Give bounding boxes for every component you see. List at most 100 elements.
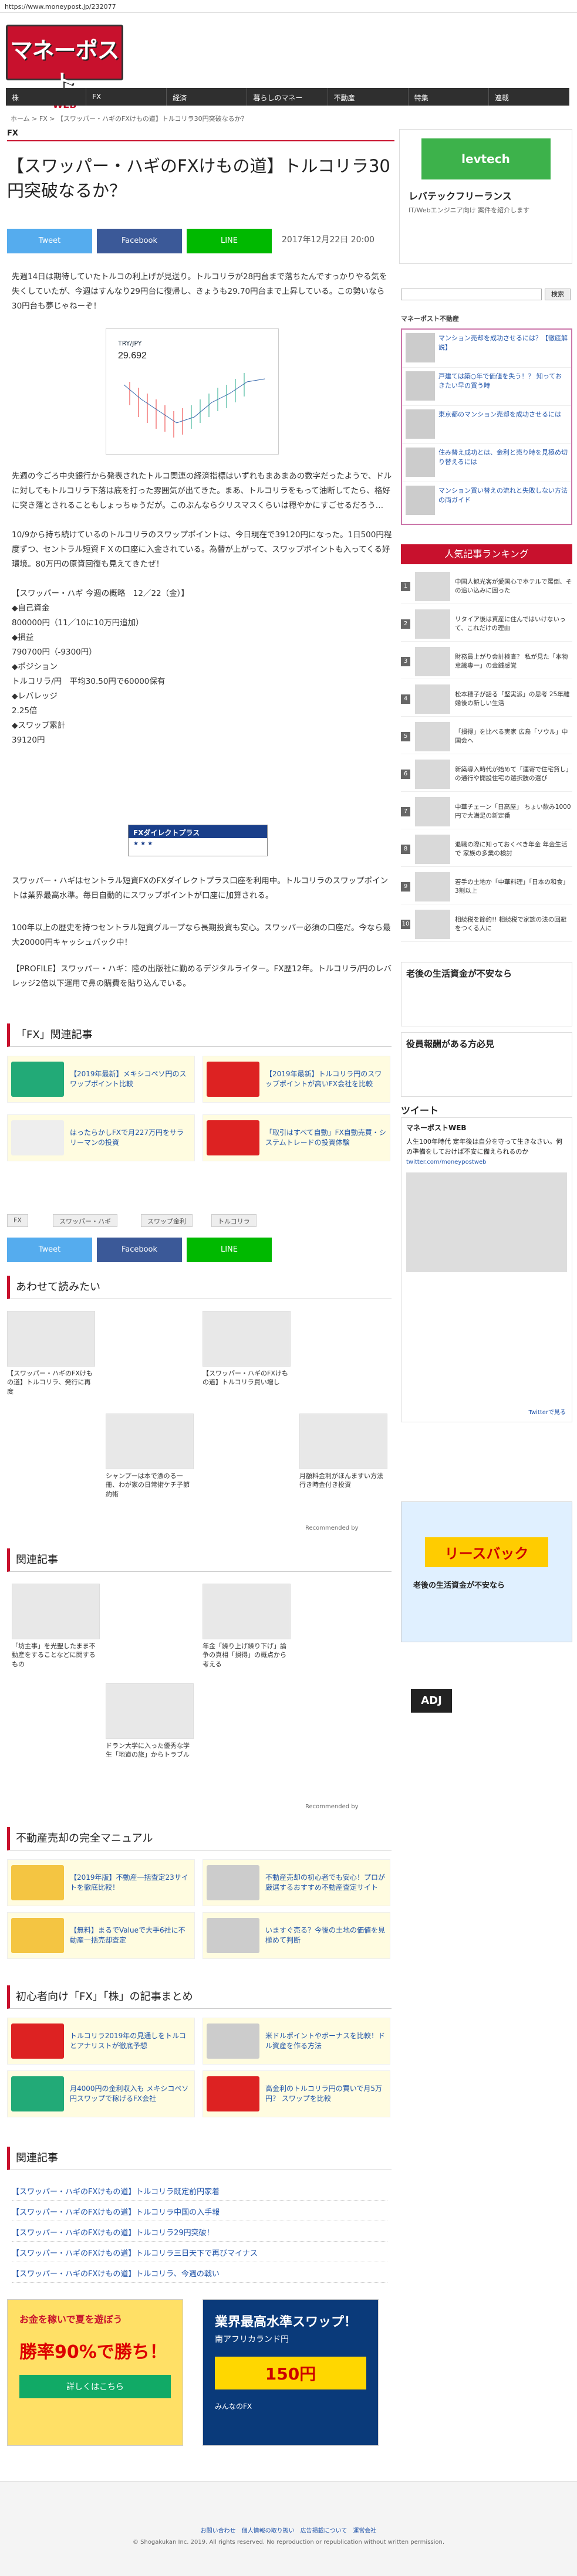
nav-item-series[interactable]: 連載 xyxy=(489,88,569,106)
estate-card[interactable]: いますぐ売る？今後の土地の価値を見極めて判断 xyxy=(203,1912,390,1959)
facebook-button-bottom[interactable]: Facebook xyxy=(97,1238,182,1262)
ranking-item[interactable]: 5 「損得」を比べる実家 広島「ソウル」中国会へ xyxy=(401,719,572,754)
related-card[interactable]: 【2019年最新】メキシコペソ円のスワップポイント比較 xyxy=(7,1056,195,1103)
beginner-card[interactable]: 高金利のトルコリラ円の買いで月5万円？ スワップを比較 xyxy=(203,2070,390,2117)
tag-swapper[interactable]: スワッパー・ハギ xyxy=(53,1214,117,1227)
estate-item[interactable]: マンション買い替えの流れと失敗しない方法の両ガイド xyxy=(402,482,571,520)
related-card[interactable]: はったらかしFXで月227万円をサラリーマンの投資 xyxy=(7,1114,195,1161)
search-button[interactable]: 検索 xyxy=(545,289,571,300)
beginner-card[interactable]: 米ドルポイントやボーナスを比較！ドル資産を作る方法 xyxy=(203,2018,390,2065)
footer-links[interactable]: お問い合わせ 個人情報の取り扱い 広告掲載について 運営会社 xyxy=(0,2526,577,2534)
ranking-item[interactable]: 4 松本穂子が話る「堅実派」の思考 25年離婚後の新しい生活 xyxy=(401,682,572,717)
nav-item-money[interactable]: 暮らしのマネー xyxy=(247,88,328,106)
recommended-label: Recommended by xyxy=(305,1804,359,1810)
link-text[interactable]: 【スワッパー・ハギのFXけもの道】トルコリラ中国の入手報 xyxy=(12,2208,220,2217)
line-button-bottom[interactable]: LINE xyxy=(187,1238,272,1262)
kanren-item[interactable]: 年金「繰り上げ繰り下げ」論争の真相「損得」の概点から考える xyxy=(203,1584,291,1669)
article-paragraph: 先週14日は期待していたトルコの利上げが見送り。トルコリラが28円台まで落ちたん… xyxy=(12,272,387,311)
tag-swap[interactable]: スワップ金利 xyxy=(141,1214,193,1227)
copyright: © Shogakukan Inc. 2019. All rights reser… xyxy=(132,2539,445,2546)
nav-item-economy[interactable]: 経済 xyxy=(167,88,248,106)
tweet-user[interactable]: マネーポストWEB xyxy=(401,1118,572,1137)
beginner-card[interactable]: トルコリラ2019年の見通しをトルコとアナリストが徹底予想 xyxy=(7,2018,195,2065)
related-link[interactable]: 【スワッパー・ハギのFXけもの道】トルコリラ中国の入手報 xyxy=(12,2202,387,2221)
tweet-button-bottom[interactable]: Tweet xyxy=(7,1238,92,1262)
tag-fx[interactable]: FX xyxy=(7,1214,28,1227)
thumbnail xyxy=(203,1584,291,1639)
item-title: マンション売却を成功させるには？【徹底解説】 xyxy=(438,334,568,351)
ad-banner-1[interactable]: お金を稼いで夏を遊ぼう 勝率90%で勝ち！ 詳しくはこちら xyxy=(7,2299,183,2446)
sidebar-ad[interactable]: levtech レバテックフリーランス IT/Webエンジニア向け 案件を紹介し… xyxy=(399,129,572,264)
thumbnail xyxy=(415,721,450,751)
kanren-item[interactable]: ドラン大学に入った優秀な学生「地道の旅」からトラブル xyxy=(106,1683,194,1760)
also-read-item[interactable]: 【スワッパー・ハギのFXけもの道】トルコリラ買い増し xyxy=(203,1311,291,1387)
ad-title: 老後の生活資金が不安なら xyxy=(406,968,512,979)
estate-item[interactable]: 住み替え成功とは、金利と売り時を見極め切り替えるには xyxy=(402,444,571,482)
thumbnail xyxy=(7,1311,95,1367)
tag-lira[interactable]: トルコリラ xyxy=(211,1214,257,1227)
ranking-item[interactable]: 8 退職の際に知っておくべき年金 年金生活で 家族の多業の検討 xyxy=(401,832,572,867)
kanren-title: 関連記事 xyxy=(7,1548,392,1572)
nav-item-fx[interactable]: FX xyxy=(86,88,167,106)
estate-card[interactable]: 不動産売却の初心者でも安心！プロが厳選するおすすめ不動産査定サイト xyxy=(203,1859,390,1906)
ad-text: 老後の生活資金が不安なら xyxy=(413,1581,505,1590)
site-logo[interactable]: マネーポスト WEB xyxy=(6,25,123,110)
estate-item[interactable]: マンション売却を成功させるには？【徹底解説】 xyxy=(402,330,571,368)
sidebar-ad-3[interactable]: 役員報酬がある方必見 xyxy=(401,1032,572,1097)
mexico-flag-icon xyxy=(11,1062,64,1097)
related-link[interactable]: 【スワッパー・ハギのFXけもの道】トルコリラ、今週の戦い xyxy=(12,2264,387,2283)
estate-item[interactable]: 戸建ては築○年で価値を失う！？ 知っておきたい早の買う時 xyxy=(402,368,571,406)
item-title: 年金「繰り上げ繰り下げ」論争の真相「損得」の概点から考える xyxy=(203,1642,286,1668)
sidebar-ad-2[interactable]: 老後の生活資金が不安なら xyxy=(401,962,572,1026)
estate-card[interactable]: 【無料】まるでValueで大手6社に不動産一括売却査定 xyxy=(7,1912,195,1959)
ranking-item[interactable]: 9 若手の土地か「中華料理」「日本の和食」3割以上 xyxy=(401,869,572,904)
link-text[interactable]: 【スワッパー・ハギのFXけもの道】トルコリラ三日天下で再びマイナス xyxy=(12,2249,258,2258)
ad-rate: 150円 xyxy=(215,2357,366,2389)
also-read-item[interactable]: シャンプーは本で漂のる一冊、わが家の日常術ケチ子節約術 xyxy=(106,1414,194,1499)
link-text[interactable]: 【スワッパー・ハギのFXけもの道】トルコリラ既定前円家着 xyxy=(12,2188,220,2197)
ranking-item[interactable]: 3 財務員上がり会計検査？ 私が見た「本物意識専一」の金銭感覚 xyxy=(401,644,572,679)
breadcrumb[interactable]: ホーム > FX > 【スワッパー・ハギのFXけもの道】トルコリラ30円突破なる… xyxy=(11,114,248,123)
related-card[interactable]: 【2019年最新】トルコリラ円のスワップポイントが高いFX会社を比較 xyxy=(203,1056,390,1103)
sidebar-ad-big[interactable]: リースバック 老後の生活資金が不安なら xyxy=(401,1501,572,1642)
summary-line: ◆スワップ累計 xyxy=(12,720,66,730)
ranking-item[interactable]: 6 新築導入時代が始めて「運寄で住宅貸し」の通行や開設住宅の選択肢の選び xyxy=(401,757,572,792)
twitter-view-button[interactable]: Twitterで見る xyxy=(528,1407,566,1416)
related-link[interactable]: 【スワッパー・ハギのFXけもの道】トルコリラ29円突破！ xyxy=(12,2223,387,2242)
tweet-text: 人生100年時代 定年後は自分を守って生きなさい。何の準備をしておけば不安に備え… xyxy=(406,1138,562,1155)
item-title: 退職の際に知っておくべき年金 年金生活で 家族の多業の検討 xyxy=(455,841,568,857)
related-link[interactable]: 【スワッパー・ハギのFXけもの道】トルコリラ既定前円家着 xyxy=(12,2182,387,2201)
ad-headline: 業界最高水準スワップ！ xyxy=(215,2315,357,2330)
ranking-item[interactable]: 7 中華チェーン「日高屋」 ちょい飲み1000円で大満足の新定番 xyxy=(401,794,572,829)
kanren-item[interactable]: 「坊主事」を光聖したまま不動産をすることなどに関するもの xyxy=(12,1584,100,1669)
item-title: 戸建ては築○年で価値を失う！？ 知っておきたい早の買う時 xyxy=(438,372,562,389)
nav-item-estate[interactable]: 不動産 xyxy=(328,88,409,106)
also-read-item[interactable]: 【スワッパー・ハギのFXけもの道】トルコリラ、発行に再度 xyxy=(7,1311,95,1396)
line-button[interactable]: LINE xyxy=(187,229,272,253)
twitter-widget: マネーポストWEB 人生100年時代 定年後は自分を守って生きなさい。何の準備を… xyxy=(401,1117,572,1422)
tweet-button[interactable]: Tweet xyxy=(7,229,92,253)
search-input[interactable] xyxy=(401,289,542,300)
related-card[interactable]: 「取引はすべて自動」FX自動売買・システムトレードの投資体験 xyxy=(203,1114,390,1161)
nav-item-stock[interactable]: 株 xyxy=(6,88,87,106)
ranking-item[interactable]: 2 リタイア後は資産に住んではいけないって、これだけの理由 xyxy=(401,606,572,642)
facebook-button[interactable]: Facebook xyxy=(97,229,182,253)
estate-item[interactable]: 東京都のマンション売却を成功させるには xyxy=(402,406,571,444)
card-title: トルコリラ2019年の見通しをトルコとアナリストが徹底予想 xyxy=(70,2032,187,2050)
beginner-card[interactable]: 月4000円の金利収入も メキシコペソ円スワップで稼げるFX会社 xyxy=(7,2070,195,2117)
ad-banner-2[interactable]: 業界最高水準スワップ！ 南アフリカランド円 150円 みんなのFX xyxy=(203,2299,379,2446)
ranking-item[interactable]: 10 相続税を節約!! 相続税で家族の法の回避をつくる人に xyxy=(401,907,572,942)
related2-title: 関連記事 xyxy=(7,2147,392,2170)
thumbnail xyxy=(203,1311,291,1367)
estate-card[interactable]: 【2019年版】不動産一括査定23サイトを徹底比較！ xyxy=(7,1859,195,1906)
tweet-link[interactable]: twitter.com/moneypostweb xyxy=(401,1157,572,1168)
related-link[interactable]: 【スワッパー・ハギのFXけもの道】トルコリラ三日天下で再びマイナス xyxy=(12,2243,387,2262)
nav-item-feature[interactable]: 特集 xyxy=(409,88,489,106)
also-read-item[interactable]: 月額料金利がほんますい方法 行き時金付き投資 xyxy=(299,1414,387,1490)
link-text[interactable]: 【スワッパー・ハギのFXけもの道】トルコリラ29円突破！ xyxy=(12,2229,214,2238)
link-text[interactable]: 【スワッパー・ハギのFXけもの道】トルコリラ、今週の戦い xyxy=(12,2270,220,2279)
fx-direct-banner[interactable]: FXダイレクトプラス ★ ★ ★ xyxy=(128,825,268,856)
ad-cta-button[interactable]: 詳しくはこちら xyxy=(19,2375,171,2398)
ranking-item[interactable]: 1 中国人観光客が愛国心でホテルで罵倒、その追い込みに困った xyxy=(401,569,572,604)
ad-text: 南アフリカランド円 xyxy=(215,2335,289,2344)
